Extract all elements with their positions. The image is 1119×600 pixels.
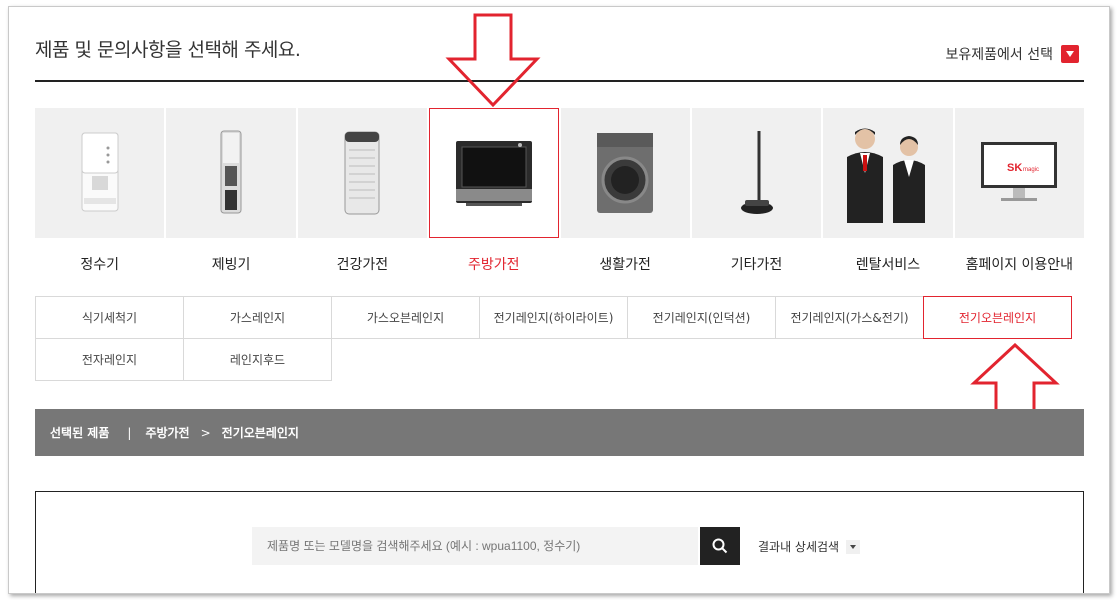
category-label: 렌탈서비스 (855, 257, 921, 273)
category-living-appliance[interactable]: 생활가전 (560, 108, 690, 274)
monitor-logo-sub: magic (1023, 167, 1039, 173)
subcategory-grid: 식기세척기 가스레인지 가스오븐레인지 전기레인지(하이라이트) 전기레인지(인… (35, 296, 1076, 381)
selected-product-bar: 선택된 제품 | 주방가전 > 전기오븐레인지 (35, 409, 1084, 456)
category-label: 정수기 (80, 257, 119, 273)
category-water-purifier[interactable]: 정수기 (35, 108, 165, 274)
advanced-search-toggle[interactable]: 결과내 상세검색 (758, 538, 861, 555)
category-label: 제빙기 (211, 257, 251, 273)
subcategory-item[interactable]: 전기레인지(가스&전기) (775, 296, 924, 339)
owned-products-label: 보유제품에서 선택 (945, 47, 1054, 63)
chevron-down-icon[interactable] (1061, 45, 1079, 63)
category-rental-service[interactable]: 렌탈서비스 (823, 108, 953, 274)
search-icon (712, 538, 728, 554)
arrow-down-annotation (445, 13, 541, 107)
air-purifier-icon (297, 108, 428, 238)
search-panel: 결과내 상세검색 (35, 491, 1084, 593)
category-ice-maker[interactable]: 제빙기 (166, 108, 296, 274)
title-divider (35, 80, 1084, 82)
subcategory-item[interactable]: 전자레인지 (35, 338, 184, 381)
category-list: 정수기 제빙기 건강가전 주방가전 생활가전 기타가전 렌탈서비스 SK mag… (35, 108, 1084, 274)
caret-down-icon (846, 539, 861, 554)
selected-label: 선택된 제품 (50, 426, 110, 440)
search-input[interactable] (252, 527, 698, 565)
owned-products-selector[interactable]: 보유제품에서 선택 (945, 44, 1079, 64)
staff-icon (823, 108, 953, 238)
category-other-appliance[interactable]: 기타가전 (691, 108, 822, 274)
selected-product: 전기오븐레인지 (221, 426, 299, 440)
category-health-appliance[interactable]: 건강가전 (297, 108, 428, 274)
selected-category: 주방가전 (145, 426, 190, 440)
mop-icon (691, 108, 822, 238)
category-label: 건강가전 (336, 257, 389, 273)
category-label: 생활가전 (599, 257, 651, 273)
subcategory-item[interactable]: 가스레인지 (183, 296, 332, 339)
chevron-right-icon: > (200, 425, 211, 440)
monitor-logo-brand: SK (1007, 162, 1022, 174)
page-frame: 제품 및 문의사항을 선택해 주세요. 보유제품에서 선택 정수기 제빙기 건강… (8, 6, 1110, 594)
subcategory-item[interactable]: 가스오븐레인지 (331, 296, 480, 339)
category-label: 홈페이지 이용안내 (965, 257, 1074, 273)
search-button[interactable] (700, 527, 740, 565)
category-label: 주방가전 (468, 257, 520, 273)
ice-maker-icon (166, 108, 296, 238)
washing-machine-icon (560, 108, 690, 238)
subcategory-item-active[interactable]: 전기오븐레인지 (923, 296, 1072, 339)
water-purifier-icon (35, 108, 165, 238)
category-kitchen-appliance[interactable]: 주방가전 (429, 108, 559, 274)
bar-divider: | (127, 425, 132, 440)
subcategory-item[interactable]: 식기세척기 (35, 296, 184, 339)
subcategory-item[interactable]: 전기레인지(인덕션) (627, 296, 776, 339)
subcategory-item[interactable]: 전기레인지(하이라이트) (479, 296, 628, 339)
category-homepage-guide[interactable]: SK magic 홈페이지 이용안내 (954, 108, 1084, 274)
monitor-icon: SK magic (954, 108, 1084, 238)
subcategory-item[interactable]: 레인지후드 (183, 338, 332, 381)
advanced-search-label: 결과내 상세검색 (758, 540, 840, 554)
oven-icon (429, 108, 559, 238)
page-title: 제품 및 문의사항을 선택해 주세요. (35, 39, 301, 61)
category-label: 기타가전 (730, 257, 783, 273)
